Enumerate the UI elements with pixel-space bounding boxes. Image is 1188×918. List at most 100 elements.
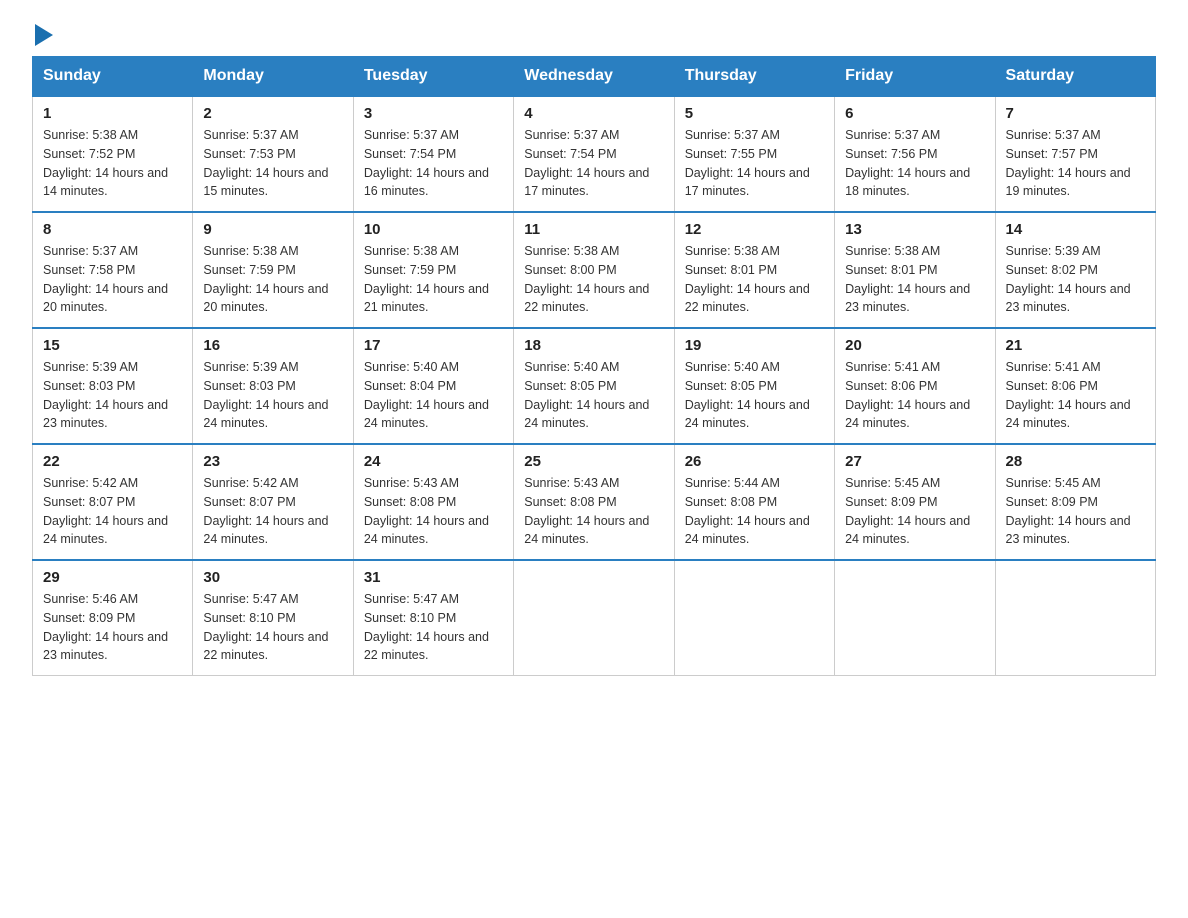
calendar-header-sunday: Sunday [33,57,193,97]
day-number: 13 [845,221,984,238]
calendar-day-cell: 31 Sunrise: 5:47 AMSunset: 8:10 PMDaylig… [353,560,513,676]
day-number: 21 [1006,337,1145,354]
day-info: Sunrise: 5:42 AMSunset: 8:07 PMDaylight:… [43,474,182,549]
calendar-header-thursday: Thursday [674,57,834,97]
day-info: Sunrise: 5:39 AMSunset: 8:02 PMDaylight:… [1006,242,1145,317]
day-number: 10 [364,221,503,238]
day-number: 30 [203,569,342,586]
calendar-day-cell: 23 Sunrise: 5:42 AMSunset: 8:07 PMDaylig… [193,444,353,560]
calendar-day-cell: 22 Sunrise: 5:42 AMSunset: 8:07 PMDaylig… [33,444,193,560]
calendar-empty-cell [995,560,1155,676]
calendar-day-cell: 10 Sunrise: 5:38 AMSunset: 7:59 PMDaylig… [353,212,513,328]
day-info: Sunrise: 5:41 AMSunset: 8:06 PMDaylight:… [1006,358,1145,433]
day-number: 28 [1006,453,1145,470]
calendar-day-cell: 3 Sunrise: 5:37 AMSunset: 7:54 PMDayligh… [353,96,513,212]
day-number: 17 [364,337,503,354]
calendar-day-cell: 2 Sunrise: 5:37 AMSunset: 7:53 PMDayligh… [193,96,353,212]
day-number: 3 [364,105,503,122]
day-info: Sunrise: 5:37 AMSunset: 7:56 PMDaylight:… [845,126,984,201]
day-info: Sunrise: 5:37 AMSunset: 7:58 PMDaylight:… [43,242,182,317]
day-info: Sunrise: 5:47 AMSunset: 8:10 PMDaylight:… [364,590,503,665]
calendar-day-cell: 20 Sunrise: 5:41 AMSunset: 8:06 PMDaylig… [835,328,995,444]
day-info: Sunrise: 5:42 AMSunset: 8:07 PMDaylight:… [203,474,342,549]
calendar-day-cell: 28 Sunrise: 5:45 AMSunset: 8:09 PMDaylig… [995,444,1155,560]
day-info: Sunrise: 5:40 AMSunset: 8:05 PMDaylight:… [685,358,824,433]
day-number: 29 [43,569,182,586]
day-info: Sunrise: 5:37 AMSunset: 7:53 PMDaylight:… [203,126,342,201]
calendar-header-tuesday: Tuesday [353,57,513,97]
day-info: Sunrise: 5:39 AMSunset: 8:03 PMDaylight:… [203,358,342,433]
day-number: 12 [685,221,824,238]
calendar-day-cell: 21 Sunrise: 5:41 AMSunset: 8:06 PMDaylig… [995,328,1155,444]
day-number: 5 [685,105,824,122]
calendar-empty-cell [674,560,834,676]
day-number: 9 [203,221,342,238]
calendar-day-cell: 17 Sunrise: 5:40 AMSunset: 8:04 PMDaylig… [353,328,513,444]
day-number: 27 [845,453,984,470]
calendar-header-saturday: Saturday [995,57,1155,97]
logo [32,24,53,40]
calendar-day-cell: 18 Sunrise: 5:40 AMSunset: 8:05 PMDaylig… [514,328,674,444]
day-info: Sunrise: 5:37 AMSunset: 7:57 PMDaylight:… [1006,126,1145,201]
calendar-day-cell: 29 Sunrise: 5:46 AMSunset: 8:09 PMDaylig… [33,560,193,676]
calendar-header-row: SundayMondayTuesdayWednesdayThursdayFrid… [33,57,1156,97]
day-number: 4 [524,105,663,122]
day-number: 25 [524,453,663,470]
calendar-week-row: 15 Sunrise: 5:39 AMSunset: 8:03 PMDaylig… [33,328,1156,444]
day-info: Sunrise: 5:44 AMSunset: 8:08 PMDaylight:… [685,474,824,549]
day-info: Sunrise: 5:38 AMSunset: 8:01 PMDaylight:… [845,242,984,317]
day-number: 6 [845,105,984,122]
calendar-week-row: 29 Sunrise: 5:46 AMSunset: 8:09 PMDaylig… [33,560,1156,676]
logo-arrow-icon [35,24,53,46]
day-number: 15 [43,337,182,354]
calendar-week-row: 22 Sunrise: 5:42 AMSunset: 8:07 PMDaylig… [33,444,1156,560]
day-info: Sunrise: 5:38 AMSunset: 7:59 PMDaylight:… [203,242,342,317]
calendar-header-monday: Monday [193,57,353,97]
day-number: 16 [203,337,342,354]
day-number: 20 [845,337,984,354]
day-number: 1 [43,105,182,122]
calendar-day-cell: 15 Sunrise: 5:39 AMSunset: 8:03 PMDaylig… [33,328,193,444]
calendar-day-cell: 4 Sunrise: 5:37 AMSunset: 7:54 PMDayligh… [514,96,674,212]
day-info: Sunrise: 5:38 AMSunset: 7:52 PMDaylight:… [43,126,182,201]
calendar-day-cell: 16 Sunrise: 5:39 AMSunset: 8:03 PMDaylig… [193,328,353,444]
day-number: 11 [524,221,663,238]
day-info: Sunrise: 5:43 AMSunset: 8:08 PMDaylight:… [364,474,503,549]
day-info: Sunrise: 5:41 AMSunset: 8:06 PMDaylight:… [845,358,984,433]
day-number: 7 [1006,105,1145,122]
day-info: Sunrise: 5:45 AMSunset: 8:09 PMDaylight:… [845,474,984,549]
day-info: Sunrise: 5:38 AMSunset: 8:00 PMDaylight:… [524,242,663,317]
calendar-header-wednesday: Wednesday [514,57,674,97]
calendar-table: SundayMondayTuesdayWednesdayThursdayFrid… [32,56,1156,676]
calendar-day-cell: 7 Sunrise: 5:37 AMSunset: 7:57 PMDayligh… [995,96,1155,212]
calendar-empty-cell [514,560,674,676]
day-info: Sunrise: 5:38 AMSunset: 8:01 PMDaylight:… [685,242,824,317]
calendar-day-cell: 25 Sunrise: 5:43 AMSunset: 8:08 PMDaylig… [514,444,674,560]
calendar-week-row: 8 Sunrise: 5:37 AMSunset: 7:58 PMDayligh… [33,212,1156,328]
day-info: Sunrise: 5:45 AMSunset: 8:09 PMDaylight:… [1006,474,1145,549]
calendar-day-cell: 24 Sunrise: 5:43 AMSunset: 8:08 PMDaylig… [353,444,513,560]
calendar-week-row: 1 Sunrise: 5:38 AMSunset: 7:52 PMDayligh… [33,96,1156,212]
day-info: Sunrise: 5:47 AMSunset: 8:10 PMDaylight:… [203,590,342,665]
day-number: 26 [685,453,824,470]
calendar-day-cell: 13 Sunrise: 5:38 AMSunset: 8:01 PMDaylig… [835,212,995,328]
calendar-day-cell: 12 Sunrise: 5:38 AMSunset: 8:01 PMDaylig… [674,212,834,328]
day-number: 31 [364,569,503,586]
day-number: 22 [43,453,182,470]
calendar-day-cell: 27 Sunrise: 5:45 AMSunset: 8:09 PMDaylig… [835,444,995,560]
day-info: Sunrise: 5:43 AMSunset: 8:08 PMDaylight:… [524,474,663,549]
calendar-day-cell: 5 Sunrise: 5:37 AMSunset: 7:55 PMDayligh… [674,96,834,212]
calendar-day-cell: 19 Sunrise: 5:40 AMSunset: 8:05 PMDaylig… [674,328,834,444]
day-info: Sunrise: 5:37 AMSunset: 7:54 PMDaylight:… [364,126,503,201]
day-number: 14 [1006,221,1145,238]
day-number: 18 [524,337,663,354]
calendar-day-cell: 30 Sunrise: 5:47 AMSunset: 8:10 PMDaylig… [193,560,353,676]
calendar-day-cell: 8 Sunrise: 5:37 AMSunset: 7:58 PMDayligh… [33,212,193,328]
calendar-empty-cell [835,560,995,676]
day-number: 24 [364,453,503,470]
day-number: 19 [685,337,824,354]
day-number: 8 [43,221,182,238]
calendar-day-cell: 9 Sunrise: 5:38 AMSunset: 7:59 PMDayligh… [193,212,353,328]
calendar-day-cell: 6 Sunrise: 5:37 AMSunset: 7:56 PMDayligh… [835,96,995,212]
calendar-day-cell: 14 Sunrise: 5:39 AMSunset: 8:02 PMDaylig… [995,212,1155,328]
